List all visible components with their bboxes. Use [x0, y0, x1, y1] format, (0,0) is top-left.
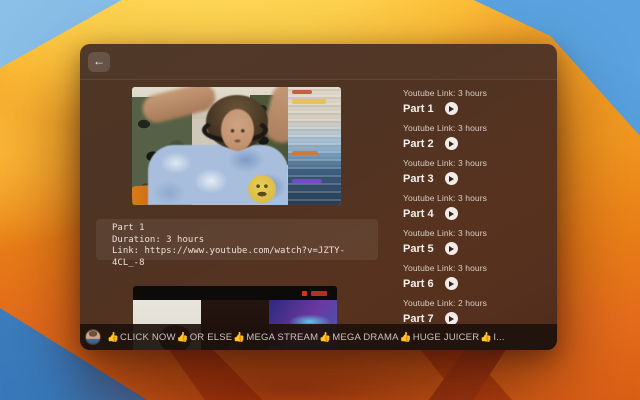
playlist-item-row[interactable]: Part 6 [403, 277, 557, 290]
smiley-logo-shape [248, 175, 276, 203]
play-icon[interactable] [445, 172, 458, 185]
thumbs-up-icon: 👍 [479, 332, 493, 343]
ticker-segment: MEGA DRAMA [332, 332, 398, 343]
playlist-item-row[interactable]: Part 3 [403, 172, 557, 185]
thumbs-up-icon: 👍 [176, 332, 190, 343]
play-icon[interactable] [445, 242, 458, 255]
video-link: Link: https://www.youtube.com/watch?v=JZ… [112, 246, 362, 269]
playlist-item: Youtube Link: 3 hours Part 6 [403, 263, 557, 298]
desktop: ← [0, 0, 640, 400]
video-info-box: Part 1 Duration: 3 hours Link: https://w… [96, 219, 378, 260]
playlist-item-meta: Youtube Link: 3 hours [403, 193, 557, 203]
playlist-item-title: Part 5 [403, 243, 434, 255]
playlist-item-row[interactable]: Part 1 [403, 102, 557, 115]
main-video-thumbnail[interactable] [132, 87, 341, 205]
playlist-item-meta: Youtube Link: 3 hours [403, 228, 557, 238]
back-arrow-icon: ← [93, 54, 105, 68]
chat-highlight-purple [292, 179, 322, 183]
ticker-segment: CLICK NOW [120, 332, 176, 343]
chat-highlight-yellow [292, 99, 326, 104]
chat-highlight-orange [292, 151, 318, 155]
play-icon[interactable] [445, 102, 458, 115]
playlist-item-meta: Youtube Link: 2 hours [403, 298, 557, 308]
playlist-item-row[interactable]: Part 4 [403, 207, 557, 220]
ticker-segment: OR ELSE [190, 332, 233, 343]
playlist-item-title: Part 3 [403, 173, 434, 185]
playlist-item-title: Part 2 [403, 138, 434, 150]
play-triangle-icon [449, 316, 454, 322]
play-icon[interactable] [445, 277, 458, 290]
thumbs-up-icon: 👍 [318, 332, 332, 343]
thumbnail2-black-bar [133, 286, 337, 300]
ticker-segment: I... [493, 332, 504, 343]
back-button[interactable]: ← [88, 52, 110, 72]
playlist-item-meta: Youtube Link: 3 hours [403, 158, 557, 168]
video-title: Part 1 [112, 223, 362, 235]
playlist-item-row[interactable]: Part 2 [403, 137, 557, 150]
playlist-item-title: Part 6 [403, 278, 434, 290]
playlist-item-meta: Youtube Link: 3 hours [403, 88, 557, 98]
video-duration: Duration: 3 hours [112, 235, 362, 247]
play-icon[interactable] [445, 312, 458, 324]
ticker-bar: 👍CLICK NOW👍OR ELSE👍MEGA STREAM👍MEGA DRAM… [80, 324, 557, 350]
playlist-sidebar: Youtube Link: 3 hours Part 1 Youtube Lin… [403, 88, 557, 324]
ticker-segment: MEGA STREAM [246, 332, 318, 343]
play-triangle-icon [449, 281, 454, 287]
chat-highlight-red [292, 90, 312, 94]
streamer-avatar [86, 330, 100, 344]
play-triangle-icon [449, 211, 454, 217]
ticker-text: 👍CLICK NOW👍OR ELSE👍MEGA STREAM👍MEGA DRAM… [106, 332, 505, 343]
play-triangle-icon [449, 141, 454, 147]
play-triangle-icon [449, 176, 454, 182]
streamer-face-shape [221, 109, 254, 151]
playlist-item: Youtube Link: 3 hours Part 3 [403, 158, 557, 193]
stream-chat-column [288, 87, 341, 205]
window-header: ← [80, 44, 557, 80]
playlist-item-title: Part 1 [403, 103, 434, 115]
live-badge-text-shape [311, 291, 327, 296]
playlist-item-title: Part 4 [403, 208, 434, 220]
playlist-item: Youtube Link: 3 hours Part 2 [403, 123, 557, 158]
playlist-item: Youtube Link: 3 hours Part 4 [403, 193, 557, 228]
chat-lines-texture [288, 87, 341, 205]
playlist-item-row[interactable]: Part 5 [403, 242, 557, 255]
live-badge-icon [302, 291, 307, 296]
playlist-item-row[interactable]: Part 7 [403, 312, 557, 324]
app-window: ← [80, 44, 557, 350]
ticker-segment: HUGE JUICER [413, 332, 480, 343]
play-triangle-icon [449, 246, 454, 252]
thumbs-up-icon: 👍 [232, 332, 246, 343]
play-triangle-icon [449, 106, 454, 112]
play-icon[interactable] [445, 207, 458, 220]
thumbs-up-icon: 👍 [106, 332, 120, 343]
playlist-item-meta: Youtube Link: 3 hours [403, 123, 557, 133]
playlist-item-title: Part 7 [403, 313, 434, 325]
thumbs-up-icon: 👍 [399, 332, 413, 343]
playlist-item-meta: Youtube Link: 3 hours [403, 263, 557, 273]
playlist-item: Youtube Link: 3 hours Part 1 [403, 88, 557, 123]
playlist-item: Youtube Link: 2 hours Part 7 [403, 298, 557, 324]
playlist-item: Youtube Link: 3 hours Part 5 [403, 228, 557, 263]
play-icon[interactable] [445, 137, 458, 150]
